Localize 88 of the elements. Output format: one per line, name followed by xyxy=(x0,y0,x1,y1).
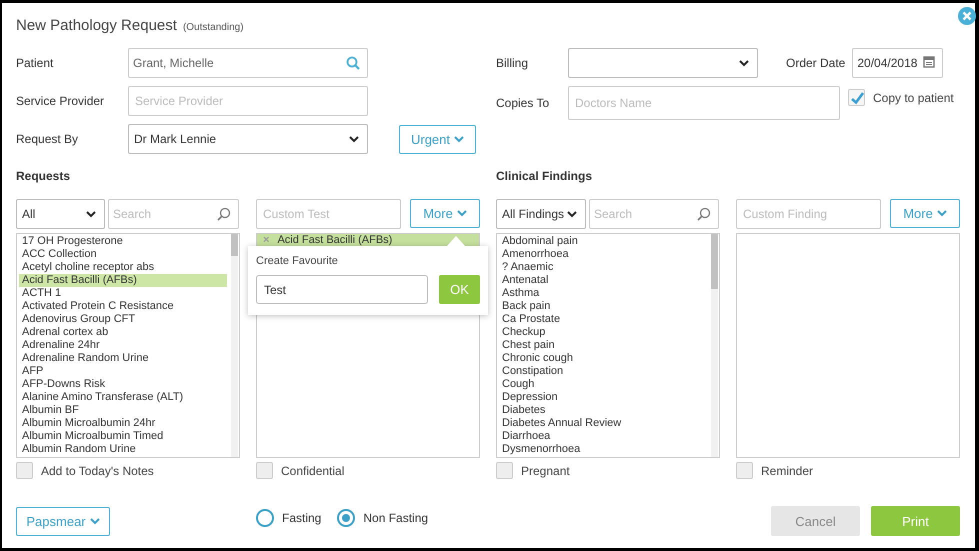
checkbox-label: Pregnant xyxy=(521,464,570,478)
filter-dropdown[interactable]: All Findings xyxy=(496,199,586,229)
list-item[interactable]: AFP-Downs Risk xyxy=(19,378,227,391)
list-item[interactable]: Activated Protein C Resistance xyxy=(19,300,227,313)
search-field[interactable]: Search xyxy=(108,199,239,229)
input-field[interactable]: Test xyxy=(256,275,428,304)
checkbox[interactable] xyxy=(256,462,273,479)
list-item[interactable]: Acid Fast Bacilli (AFBs) xyxy=(19,274,227,287)
checkbox[interactable] xyxy=(736,462,753,479)
list-item[interactable]: Diabetes Annual Review xyxy=(499,417,707,430)
checkbox-label: Copy to patient xyxy=(873,90,954,104)
chevron-down-icon xyxy=(86,210,96,218)
list-item[interactable]: Albumin Random Urine xyxy=(19,443,227,456)
list-item[interactable]: Ca Prostate xyxy=(499,313,707,326)
chevron-down-icon xyxy=(456,210,467,217)
chevron-down-icon xyxy=(936,210,947,217)
list-item[interactable]: Albumin Microalbumin Timed xyxy=(19,430,227,443)
popup-title: Create Favourite xyxy=(256,255,338,267)
scrollbar[interactable] xyxy=(231,234,238,457)
chevron-down-icon xyxy=(90,518,100,524)
list-item[interactable]: Acetyl choline receptor abs xyxy=(19,261,227,274)
list-item[interactable]: ACC Collection xyxy=(19,248,227,261)
list-item[interactable]: Chronic cough xyxy=(499,352,707,365)
radio-label: Non Fasting xyxy=(363,511,428,525)
request-by-dropdown[interactable]: Dr Mark Lennie xyxy=(128,124,368,154)
checkbox[interactable] xyxy=(496,462,513,479)
list-item[interactable]: Albumin Microalbumin 24hr xyxy=(19,417,227,430)
dialog-title: New Pathology Request xyxy=(16,17,177,34)
radio-label: Fasting xyxy=(282,511,322,525)
input-field[interactable]: Service Provider xyxy=(128,86,368,116)
list-item[interactable]: Dysmenorrhoea xyxy=(499,443,707,456)
list-item[interactable]: Chest pain xyxy=(499,339,707,352)
patient-field[interactable]: Grant, Michelle xyxy=(128,48,368,78)
search-icon[interactable] xyxy=(217,207,231,221)
field-label: Copies To xyxy=(496,96,550,110)
list-item[interactable]: Constipation xyxy=(499,365,707,378)
chip-label: Acid Fast Bacilli (AFBs) xyxy=(277,234,392,247)
list-item[interactable]: Alanine Amino Transferase (ALT) xyxy=(19,391,227,404)
search-icon[interactable] xyxy=(346,56,360,70)
radio-button[interactable] xyxy=(256,509,274,527)
calendar-icon[interactable] xyxy=(923,56,936,68)
chevron-down-icon xyxy=(454,136,464,142)
scrollbar[interactable] xyxy=(711,234,718,457)
list-item[interactable]: 17 OH Progesterone xyxy=(19,235,227,248)
section-heading: Requests xyxy=(16,169,70,183)
list-item[interactable]: Amenorrhoea xyxy=(499,248,707,261)
checkbox-label: Add to Today's Notes xyxy=(41,464,154,478)
list-item[interactable]: Antenatal xyxy=(499,274,707,287)
section-heading: Clinical Findings xyxy=(496,169,592,183)
search-icon[interactable] xyxy=(697,207,711,221)
list-item[interactable]: Diabetes xyxy=(499,404,707,417)
list-item[interactable]: Adrenal cortex ab xyxy=(19,326,227,339)
checkbox-label: Reminder xyxy=(761,464,814,478)
chevron-down-icon xyxy=(739,60,749,66)
chevron-down-icon xyxy=(567,210,577,218)
input-field[interactable]: Custom Test xyxy=(256,199,401,229)
list-item[interactable]: AFP xyxy=(19,365,227,378)
field-label: Patient xyxy=(16,56,54,70)
input-field[interactable]: Custom Finding xyxy=(736,199,881,229)
checkbox-label: Confidential xyxy=(281,464,344,478)
list-item[interactable]: ? Anaemic xyxy=(499,261,707,274)
list-item[interactable]: ACTH 1 xyxy=(19,287,227,300)
list-item[interactable]: Adrenaline 24hr xyxy=(19,339,227,352)
list-item[interactable]: Adrenaline Random Urine xyxy=(19,352,227,365)
billing-dropdown[interactable] xyxy=(568,48,758,78)
list-item[interactable]: Asthma xyxy=(499,287,707,300)
list-item[interactable]: Adenovirus Group CFT xyxy=(19,313,227,326)
list-item[interactable]: Depression xyxy=(499,391,707,404)
list-item[interactable]: Back pain xyxy=(499,300,707,313)
date-field[interactable]: 20/04/2018 xyxy=(852,48,944,78)
list-item[interactable]: Cough xyxy=(499,378,707,391)
chevron-down-icon xyxy=(349,136,359,142)
list-item[interactable]: Diarrhoea xyxy=(499,430,707,443)
checkbox[interactable] xyxy=(848,89,865,106)
field-label: Request By xyxy=(16,132,80,146)
list-item[interactable]: Albumin BF xyxy=(19,404,227,417)
field-label: Billing xyxy=(496,56,530,70)
checkbox[interactable] xyxy=(16,462,33,479)
radio-button[interactable] xyxy=(337,509,356,527)
status-label: (Outstanding) xyxy=(182,22,244,33)
list-item[interactable]: Checkup xyxy=(499,326,707,339)
filter-dropdown[interactable]: All xyxy=(16,199,105,229)
close-icon[interactable] xyxy=(958,7,976,25)
field-label: Order Date xyxy=(786,56,846,70)
search-field[interactable]: Search xyxy=(589,199,719,229)
list-item[interactable]: Abdominal pain xyxy=(499,235,707,248)
field-label: Service Provider xyxy=(16,94,106,108)
input-field[interactable]: Doctors Name xyxy=(568,86,840,120)
